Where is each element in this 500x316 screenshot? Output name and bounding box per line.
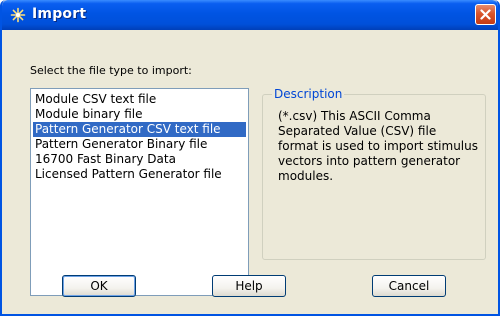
- file-type-item[interactable]: Module CSV text file: [33, 92, 246, 107]
- asterisk-icon: [10, 7, 26, 23]
- close-icon: [480, 9, 491, 20]
- file-type-item[interactable]: Pattern Generator Binary file: [33, 137, 246, 152]
- title-bar[interactable]: Import: [2, 0, 498, 30]
- description-text: (*.csv) This ASCII Comma Separated Value…: [278, 109, 478, 183]
- ok-button[interactable]: OK: [62, 275, 136, 297]
- file-type-item[interactable]: Module binary file: [33, 107, 246, 122]
- import-dialog: Import Select the file type to import: M…: [0, 0, 500, 316]
- file-type-item[interactable]: 16700 Fast Binary Data: [33, 152, 246, 167]
- file-type-item[interactable]: Licensed Pattern Generator file: [33, 167, 246, 182]
- cancel-button[interactable]: Cancel: [372, 275, 446, 297]
- file-type-list[interactable]: Module CSV text file Module binary file …: [30, 88, 249, 296]
- description-legend: Description: [272, 87, 345, 101]
- help-button[interactable]: Help: [212, 275, 286, 297]
- description-group: Description (*.csv) This ASCII Comma Sep…: [262, 87, 486, 260]
- close-button[interactable]: [475, 4, 496, 25]
- file-type-prompt: Select the file type to import:: [30, 64, 192, 77]
- file-type-item-selected[interactable]: Pattern Generator CSV text file: [33, 122, 246, 137]
- window-title: Import: [32, 6, 87, 22]
